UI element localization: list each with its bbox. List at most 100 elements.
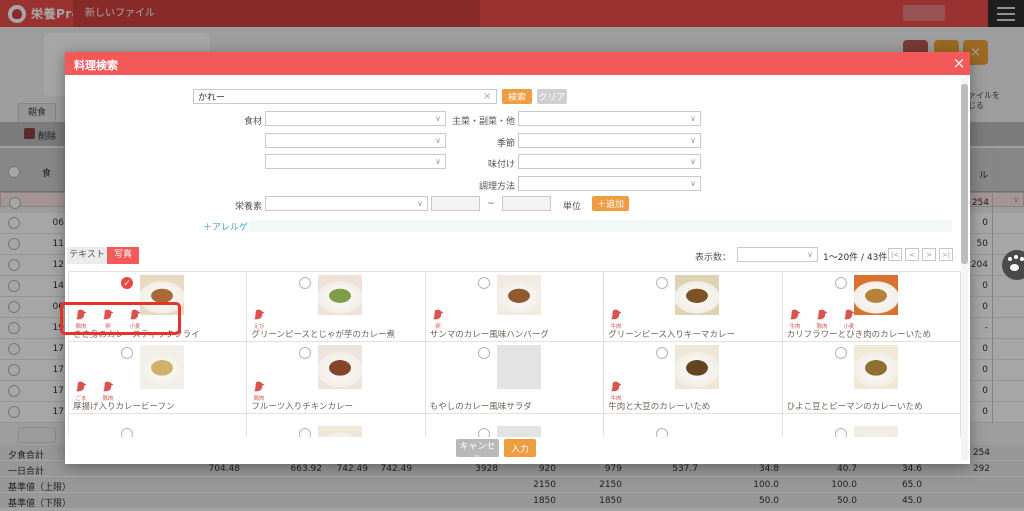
search-button[interactable]: 検索 [502, 89, 532, 104]
result-count: 1～20件 / 43件 [823, 253, 888, 263]
season-select[interactable] [518, 133, 701, 148]
ingredient-select[interactable] [265, 111, 446, 126]
first-page-button[interactable]: |< [888, 248, 902, 261]
allergen-icons: 牛肉 豚肉 小麦 [787, 309, 857, 330]
screen: 栄養ProCloud 新しいファイル 料理名 × ファイルを閉じる 朝食 削除 … [0, 0, 1024, 511]
nutrient-max-input[interactable] [502, 196, 551, 211]
allergen-icons: 牛肉 [608, 309, 624, 330]
scrollbar-thumb[interactable] [961, 84, 968, 264]
nutrient-label: 栄養素 [234, 202, 262, 212]
dish-result-cell[interactable] [604, 414, 783, 437]
dish-radio[interactable] [834, 277, 847, 289]
dish-name: カリフラワーとひき肉のカレーいため [786, 330, 932, 340]
allergen-strip [250, 220, 952, 232]
dish-result-cell[interactable]: えび グリーンピースとじゃが芋のカレー煮 [247, 272, 426, 342]
pork-icon: 豚肉 [100, 381, 116, 402]
add-nutrient-button[interactable]: ＋追加 [592, 196, 629, 211]
dish-name: フルーツ入りチキンカレー [251, 402, 353, 412]
dish-radio[interactable] [299, 347, 312, 359]
dish-photo [853, 345, 898, 389]
dish-result-cell[interactable]: 牛肉 豚肉 小麦 カリフラワーとひき肉のカレーいため [782, 272, 961, 342]
floating-helper-button[interactable] [1002, 250, 1024, 280]
next-page-button[interactable]: > [922, 248, 936, 261]
dish-name: 牛肉と大豆のカレーいため [608, 402, 711, 412]
search-input[interactable] [193, 89, 497, 104]
dish-photo [318, 426, 363, 437]
dish-result-cell[interactable] [69, 414, 248, 437]
allergen-icons: えび [251, 309, 267, 330]
clear-button[interactable]: クリア [537, 89, 567, 104]
flavor-select[interactable] [518, 154, 701, 169]
dish-radio[interactable] [477, 347, 490, 359]
dish-result-cell[interactable] [783, 414, 961, 437]
season-label: 季節 [496, 139, 515, 149]
beef-icon: 牛肉 [608, 309, 624, 330]
dish-radio[interactable] [834, 347, 847, 359]
display-count-select[interactable] [737, 247, 818, 262]
last-page-button[interactable]: >| [939, 248, 953, 261]
prev-page-button[interactable]: < [905, 248, 919, 261]
dish-name: 厚揚げ入りカレービーフン [73, 402, 175, 412]
dialog-header: 料理検索 × [65, 52, 970, 75]
dish-name: サンマのカレー風味ハンバーグ [429, 330, 549, 340]
clear-search-icon[interactable]: × [483, 91, 491, 102]
dialog-close-icon[interactable]: × [950, 54, 968, 72]
dish-radio[interactable] [299, 428, 312, 437]
dish-radio[interactable] [656, 347, 669, 359]
dish-name: グリーンピース入りキーマカレー [608, 330, 735, 340]
tab-text[interactable]: テキスト [67, 247, 107, 264]
dish-result-cell[interactable]: 卵サンマのカレー風味ハンバーグ [425, 272, 605, 342]
unit-label: 単位 [563, 202, 582, 212]
dish-radio[interactable] [121, 428, 133, 437]
dish-result-cell[interactable]: 牛肉 グリーンピース入りキーマカレー [604, 272, 783, 342]
dish-radio[interactable] [121, 347, 133, 359]
flavor-label: 味付け [487, 160, 515, 170]
allergen-link[interactable]: ＋アレルゲン [203, 220, 257, 233]
category-select[interactable] [518, 111, 701, 126]
beef-icon: 牛肉 [787, 309, 803, 330]
display-count-label: 表示数： [695, 253, 732, 263]
nutrient-min-input[interactable] [431, 196, 480, 211]
shrimp-icon: えび [251, 309, 267, 330]
pork-icon: 豚肉 [814, 309, 830, 330]
cancel-button[interactable]: キャンセル [456, 439, 499, 464]
dish-result-cell[interactable]: もやしのカレー風味サラダ [425, 342, 605, 414]
submit-button[interactable]: 入力 [504, 439, 536, 457]
category-label: 主菜・副菜・他 [451, 117, 515, 127]
dish-result-cell[interactable]: ごま 豚肉 厚揚げ入りカレービーフン [69, 342, 248, 414]
dish-radio[interactable] [477, 428, 490, 437]
allergen-icons: 卵 [430, 309, 446, 330]
modal-scrollbar[interactable] [961, 78, 968, 460]
method-label: 調理方法 [478, 182, 515, 192]
dish-radio[interactable] [656, 428, 669, 437]
ingredient-select-3[interactable] [265, 154, 446, 169]
wheat-icon: 小麦 [841, 309, 857, 330]
dish-result-cell[interactable] [426, 414, 605, 437]
dish-result-cell[interactable] [247, 414, 426, 437]
dialog-title: 料理検索 [74, 59, 118, 72]
chicken-icon: 鶏肉 [251, 381, 267, 402]
dish-radio[interactable] [477, 277, 490, 289]
dish-photo [496, 275, 541, 315]
dish-photo [140, 345, 184, 389]
dish-photo [496, 345, 541, 389]
dish-result-cell[interactable]: 牛肉 牛肉と大豆のカレーいため [604, 342, 783, 414]
dish-result-cell[interactable]: ひよこ豆とピーマンのカレーいため [782, 342, 961, 414]
dish-radio-checked[interactable]: ✓ [121, 277, 133, 289]
dish-photo [675, 275, 720, 315]
ingredient-select-2[interactable] [265, 133, 446, 148]
nutrient-select[interactable] [265, 196, 428, 211]
egg-icon: 卵 [430, 309, 446, 330]
dish-photo [853, 426, 898, 437]
dish-radio[interactable] [299, 277, 312, 289]
method-select[interactable] [518, 176, 701, 191]
dish-result-cell[interactable]: 鶏肉 フルーツ入りチキンカレー [247, 342, 426, 414]
dish-photo [675, 345, 720, 389]
allergen-icons: ごま 豚肉 [73, 381, 116, 402]
range-separator: ~ [487, 199, 495, 209]
tab-photo[interactable]: 写真 [107, 247, 139, 264]
dish-search-dialog: 料理検索 × × 検索 クリア 食材 主菜・副菜・他 季節 味付け 調理方法 栄… [65, 52, 970, 464]
dish-radio[interactable] [656, 277, 669, 289]
dish-photo [318, 275, 363, 315]
dish-radio[interactable] [834, 428, 847, 437]
